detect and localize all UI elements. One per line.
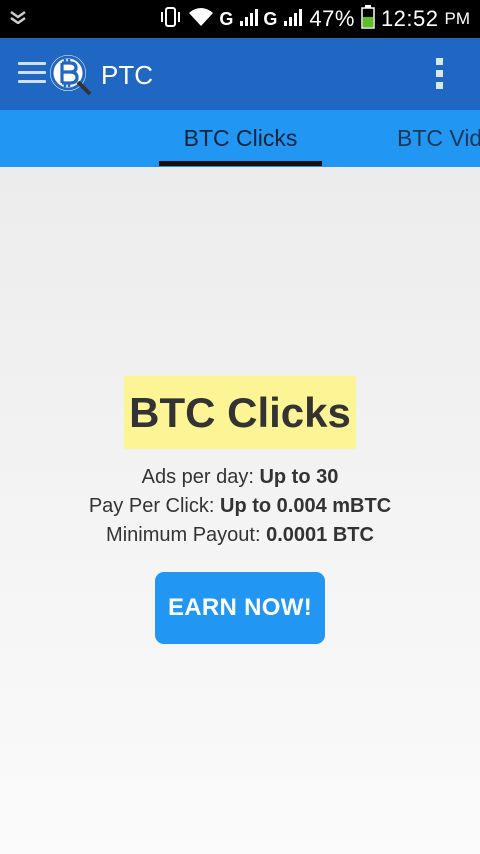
bitcoin-logo-icon	[46, 50, 94, 98]
card-title: BTC Clicks	[129, 388, 351, 436]
notification-chevron-icon	[10, 10, 26, 29]
battery-percent: 47%	[309, 6, 355, 31]
network-type-1: G	[219, 8, 234, 29]
info-label: Minimum Payout:	[106, 524, 267, 546]
info-value: Up to 0.004 mBTC	[220, 495, 392, 517]
overflow-menu-icon[interactable]	[436, 58, 444, 90]
signal-icon-1	[239, 7, 259, 32]
clock-time: 12:52	[380, 6, 439, 31]
tab-btc-videos[interactable]: BTC Videos	[397, 110, 480, 167]
tab-btc-clicks[interactable]: BTC Clicks	[159, 110, 322, 167]
info-ads-per-day: Ads per day: Up to 30	[0, 466, 480, 489]
battery-icon	[361, 4, 375, 34]
network-type-2: G	[263, 8, 278, 29]
earn-now-button[interactable]: EARN NOW!	[155, 572, 325, 644]
hamburger-menu-icon[interactable]	[18, 62, 46, 84]
info-label: Pay Per Click:	[88, 495, 220, 517]
vibrate-icon	[159, 6, 181, 33]
active-tab-indicator	[159, 161, 322, 166]
card-title-highlight: BTC Clicks	[124, 376, 356, 449]
info-minimum-payout: Minimum Payout: 0.0001 BTC	[0, 524, 480, 547]
tab-bar: BTC Clicks BTC Videos	[0, 110, 480, 167]
status-bar: G G 47% 12:52 PM	[0, 0, 480, 38]
info-pay-per-click: Pay Per Click: Up to 0.004 mBTC	[0, 495, 480, 518]
signal-icon-2	[283, 7, 303, 32]
info-value: Up to 30	[259, 466, 339, 488]
info-value: 0.0001 BTC	[266, 524, 374, 546]
info-label: Ads per day:	[141, 466, 260, 488]
wifi-icon	[187, 6, 215, 33]
main-content: BTC Clicks Ads per day: Up to 30 Pay Per…	[0, 167, 480, 854]
app-bar: PTC	[0, 38, 480, 110]
clock-suffix: PM	[444, 9, 471, 28]
app-title: PTC	[101, 60, 153, 90]
